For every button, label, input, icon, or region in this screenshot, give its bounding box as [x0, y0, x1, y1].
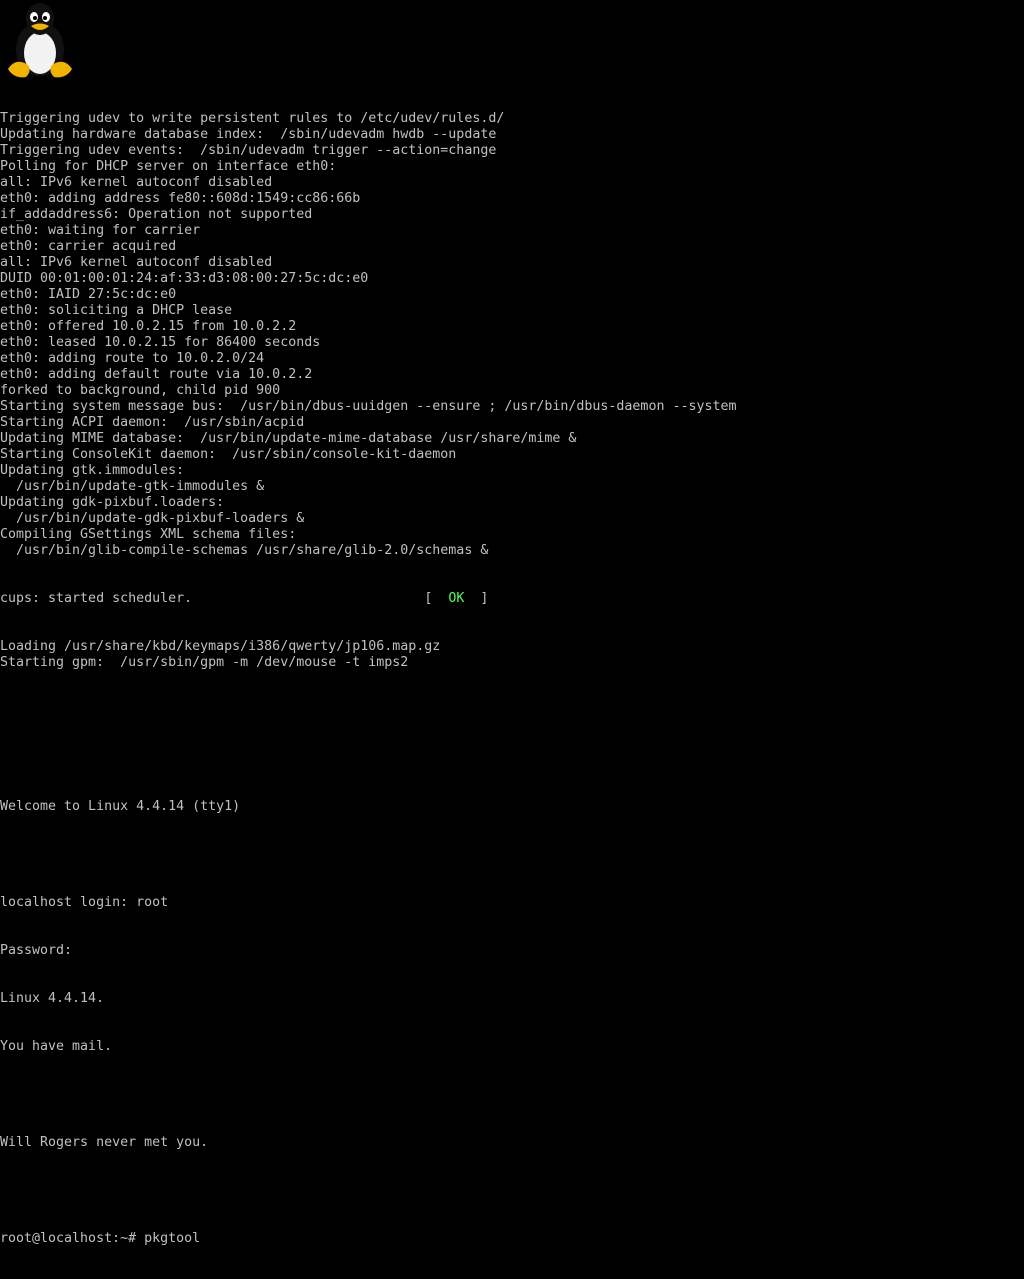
- cups-message: cups: started scheduler.: [0, 591, 193, 606]
- log-line: Starting system message bus: /usr/bin/db…: [0, 399, 737, 414]
- fortune-message: Will Rogers never met you.: [0, 1135, 209, 1150]
- log-line: eth0: waiting for carrier: [0, 223, 201, 238]
- log-line: Updating gdk-pixbuf.loaders:: [0, 495, 225, 510]
- log-line: if_addaddress6: Operation not supported: [0, 207, 313, 222]
- log-line: eth0: adding address fe80::608d:1549:cc8…: [0, 191, 361, 206]
- log-line: eth0: IAID 27:5c:dc:e0: [0, 287, 177, 302]
- log-line: eth0: adding default route via 10.0.2.2: [0, 367, 313, 382]
- boot-log: Triggering udev to write persistent rule…: [0, 79, 1024, 1279]
- log-line: Polling for DHCP server on interface eth…: [0, 159, 337, 174]
- shell-command-input[interactable]: pkgtool: [144, 1231, 200, 1246]
- shell-prompt: root@localhost:~#: [0, 1231, 145, 1246]
- password-prompt: Password:: [0, 943, 73, 958]
- log-line: /usr/bin/update-gtk-immodules &: [0, 479, 265, 494]
- log-line: eth0: carrier acquired: [0, 239, 177, 254]
- login-user: root: [136, 895, 169, 910]
- log-line: Updating hardware database index: /sbin/…: [0, 127, 497, 142]
- tux-penguin-icon: [6, 1, 74, 79]
- log-line: Compiling GSettings XML schema files:: [0, 527, 297, 542]
- log-line: Loading /usr/share/kbd/keymaps/i386/qwer…: [0, 639, 441, 654]
- log-line: Updating MIME database: /usr/bin/update-…: [0, 431, 577, 446]
- cups-status-line: cups: started scheduler. [ OK ]: [0, 591, 1024, 607]
- log-line: eth0: offered 10.0.2.15 from 10.0.2.2: [0, 319, 297, 334]
- status-bracket-close: ]: [480, 591, 489, 606]
- log-line: Updating gtk.immodules:: [0, 463, 185, 478]
- mail-notice: You have mail.: [0, 1039, 113, 1054]
- welcome-banner: Welcome to Linux 4.4.14 (tty1): [0, 799, 241, 814]
- motd-line: Linux 4.4.14.: [0, 991, 105, 1006]
- log-line: Starting gpm: /usr/sbin/gpm -m /dev/mous…: [0, 655, 409, 670]
- log-line: all: IPv6 kernel autoconf disabled: [0, 255, 273, 270]
- log-line: Triggering udev to write persistent rule…: [0, 111, 505, 126]
- log-line: forked to background, child pid 900: [0, 383, 281, 398]
- log-line: /usr/bin/glib-compile-schemas /usr/share…: [0, 543, 489, 558]
- log-line: Starting ACPI daemon: /usr/sbin/acpid: [0, 415, 305, 430]
- log-line: eth0: leased 10.0.2.15 for 86400 seconds: [0, 335, 321, 350]
- log-line: all: IPv6 kernel autoconf disabled: [0, 175, 273, 190]
- log-line: /usr/bin/update-gdk-pixbuf-loaders &: [0, 511, 305, 526]
- console-screen: Triggering udev to write persistent rule…: [0, 0, 1024, 1246]
- log-line: Triggering udev events: /sbin/udevadm tr…: [0, 143, 497, 158]
- log-line: eth0: soliciting a DHCP lease: [0, 303, 233, 318]
- log-line: DUID 00:01:00:01:24:af:33:d3:08:00:27:5c…: [0, 271, 369, 286]
- log-line: Starting ConsoleKit daemon: /usr/sbin/co…: [0, 447, 457, 462]
- login-prompt: localhost login:: [0, 895, 137, 910]
- log-line: eth0: adding route to 10.0.2.0/24: [0, 351, 265, 366]
- login-line: localhost login: root: [0, 895, 1024, 911]
- shell-command-line[interactable]: root@localhost:~# pkgtool: [0, 1231, 1024, 1247]
- ok-status: OK: [448, 591, 465, 606]
